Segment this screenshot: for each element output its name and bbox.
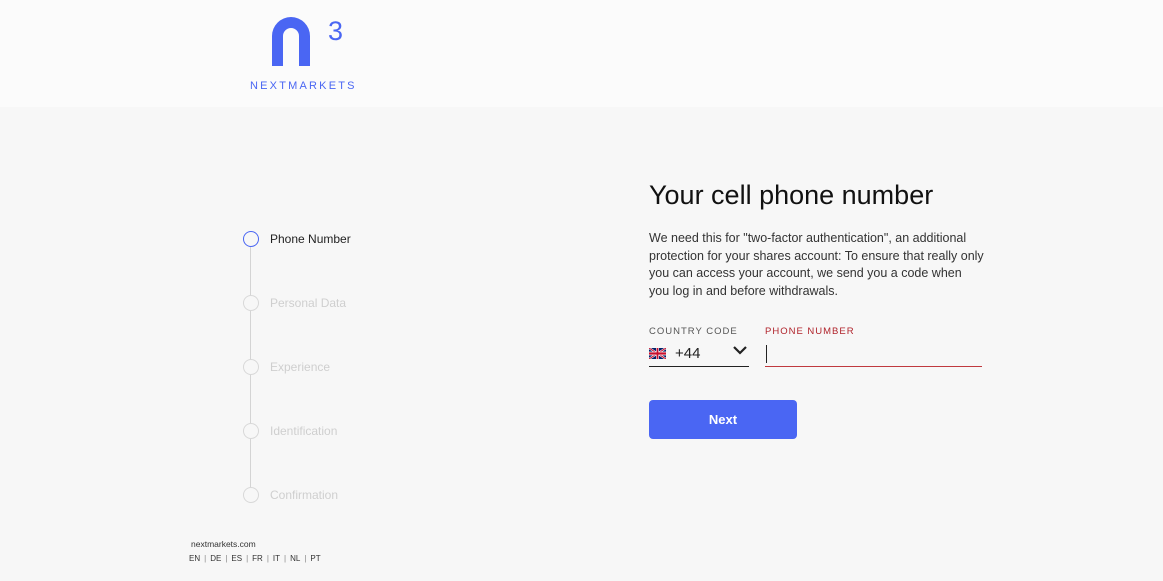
step-indicator-icon [243,295,259,311]
footer-site-link[interactable]: nextmarkets.com [191,539,256,549]
chevron-down-icon [733,346,747,355]
brand-name: NEXTMARKETS [250,80,357,92]
separator: | [266,554,269,563]
country-code-label: COUNTRY CODE [649,326,738,337]
separator: | [204,554,207,563]
step-indicator-icon [243,359,259,375]
language-switcher: EN | DE | ES | FR | IT | NL | PT [189,554,321,563]
text-cursor [766,345,767,363]
step-label: Experience [270,360,331,374]
phone-number-input[interactable] [765,340,982,367]
separator: | [246,554,249,563]
page-title: Your cell phone number [649,180,934,210]
country-code-select[interactable]: +44 [649,340,749,367]
brand-logo[interactable]: 3 NEXTMARKETS [250,14,357,94]
lang-en[interactable]: EN [189,554,200,563]
step-label: Confirmation [270,488,339,502]
separator: | [225,554,228,563]
step-label: Phone Number [270,232,351,246]
step-confirmation: Confirmation [243,486,338,504]
step-experience: Experience [243,358,330,376]
n3-logo-icon: 3 [272,16,343,66]
step-indicator-icon [243,423,259,439]
uk-flag-icon [649,347,666,359]
step-indicator-icon [243,487,259,503]
phone-number-label: PHONE NUMBER [765,326,855,337]
lang-nl[interactable]: NL [290,554,300,563]
step-label: Personal Data [270,296,347,310]
country-code-value: +44 [675,344,701,362]
svg-text:3: 3 [328,16,343,46]
step-label: Identification [270,424,338,438]
step-indicator-icon [243,231,259,247]
page-description: We need this for "two-factor authenticat… [649,231,984,298]
lang-it[interactable]: IT [273,554,280,563]
separator: | [284,554,287,563]
header: 3 NEXTMARKETS [0,0,1163,107]
next-button[interactable]: Next [649,400,797,439]
separator: | [304,554,307,563]
step-personal-data: Personal Data [243,294,346,312]
lang-fr[interactable]: FR [252,554,263,563]
step-phone-number: Phone Number [243,230,351,248]
step-identification: Identification [243,422,337,440]
lang-es[interactable]: ES [231,554,242,563]
lang-pt[interactable]: PT [310,554,320,563]
lang-de[interactable]: DE [210,554,221,563]
